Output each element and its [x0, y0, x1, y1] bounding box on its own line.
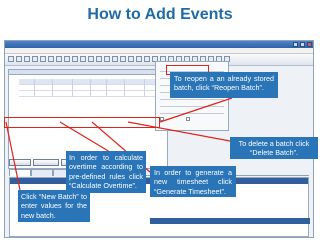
tool-icon[interactable]	[40, 56, 46, 62]
table-row[interactable]	[19, 91, 167, 97]
tool-icon[interactable]	[128, 56, 134, 62]
callout-reopen-batch: To reopen a an already stored batch, cli…	[170, 72, 278, 98]
tool-icon[interactable]	[88, 56, 94, 62]
close-icon[interactable]	[307, 42, 312, 47]
timesheet-grid-header	[150, 218, 310, 224]
minimize-icon[interactable]	[293, 42, 298, 47]
callout-new-batch: Click “New Batch” to enter values for th…	[18, 190, 90, 222]
tool-icon[interactable]	[64, 56, 70, 62]
tool-icon[interactable]	[144, 56, 150, 62]
tool-icon[interactable]	[24, 56, 30, 62]
tool-icon[interactable]	[112, 56, 118, 62]
grid-header-bar	[9, 70, 167, 75]
tool-icon[interactable]	[48, 56, 54, 62]
tool-icon[interactable]	[56, 56, 62, 62]
tool-icon[interactable]	[32, 56, 38, 62]
checkbox[interactable]	[160, 117, 164, 121]
calculate-overtime-button[interactable]	[33, 159, 59, 166]
tool-icon[interactable]	[80, 56, 86, 62]
form-field[interactable]	[160, 102, 224, 107]
maximize-icon[interactable]	[300, 42, 305, 47]
tool-icon[interactable]	[104, 56, 110, 62]
slide-title: How to Add Events	[87, 6, 233, 23]
tool-icon[interactable]	[8, 56, 14, 62]
tool-icon[interactable]	[16, 56, 22, 62]
form-field[interactable]	[160, 109, 224, 114]
tool-icon[interactable]	[96, 56, 102, 62]
button-row-highlight	[4, 117, 160, 128]
tool-icon[interactable]	[136, 56, 142, 62]
tab[interactable]	[31, 169, 53, 176]
new-batch-button[interactable]	[9, 159, 31, 166]
callout-generate-timesheet: In order to generate a new timesheet cli…	[150, 166, 236, 197]
callout-delete-batch: To delete a batch click “Delete Batch”.	[230, 137, 318, 159]
tool-icon[interactable]	[72, 56, 78, 62]
checkbox[interactable]	[186, 117, 190, 121]
callout-calculate-overtime: In order to calculate overtime according…	[66, 151, 146, 193]
window-titlebar	[5, 41, 313, 48]
tab[interactable]	[9, 169, 31, 176]
tool-icon[interactable]	[120, 56, 126, 62]
